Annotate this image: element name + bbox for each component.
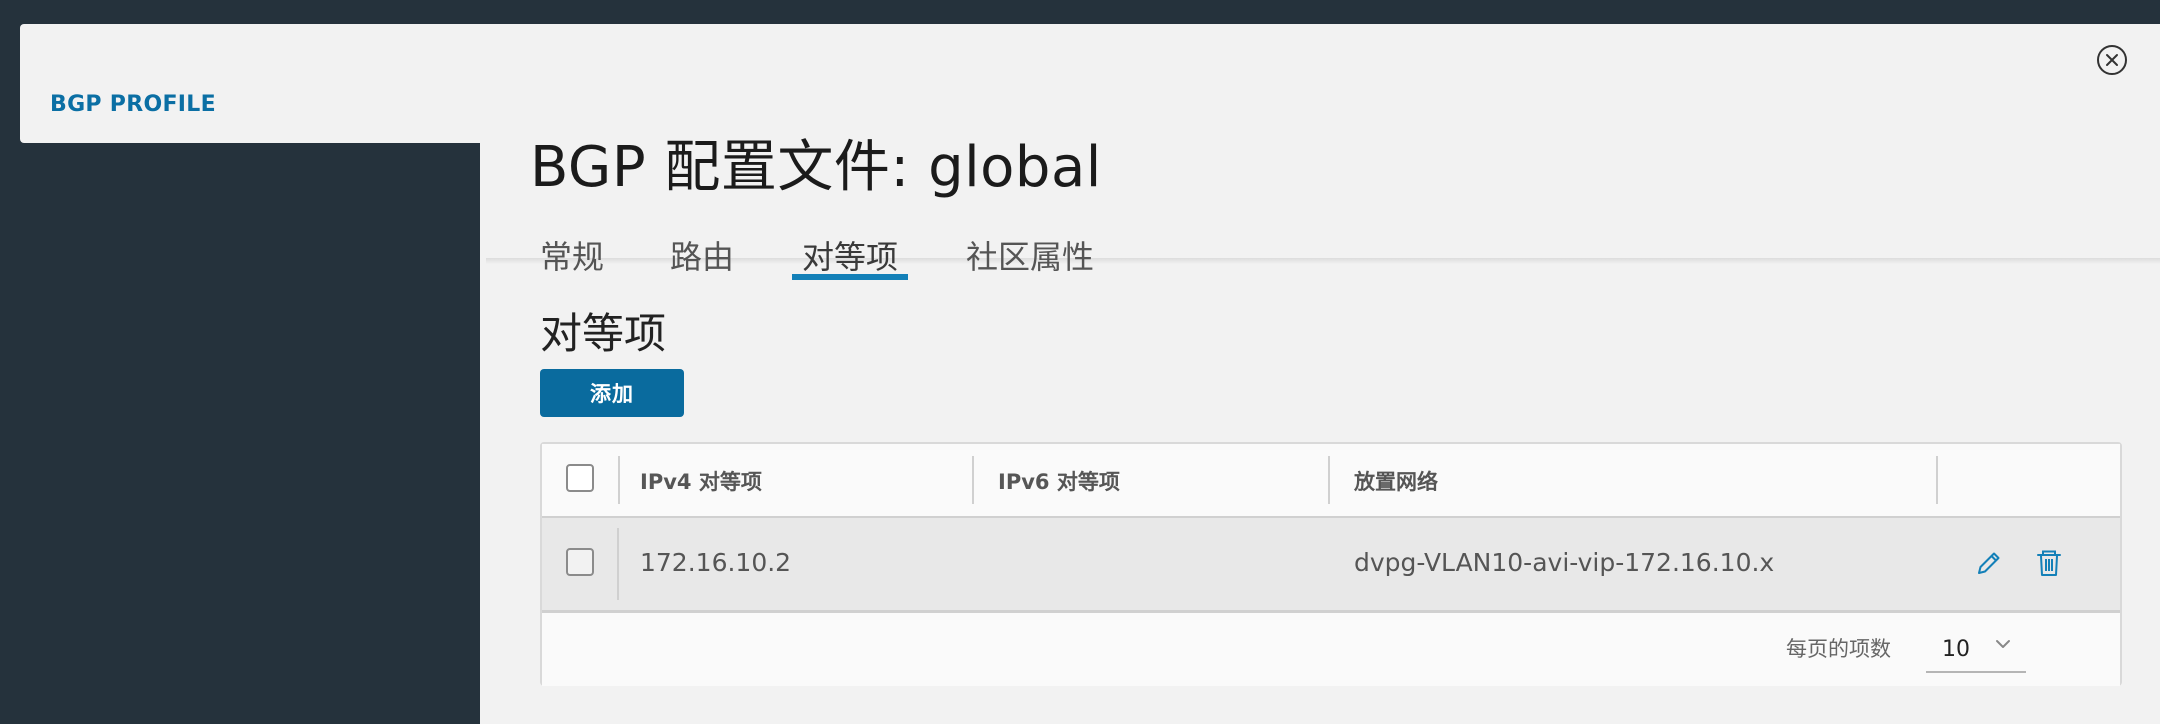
trash-icon[interactable] [2034,548,2064,578]
tab-communities[interactable]: 社区属性 [966,232,1094,278]
edit-icon[interactable] [1974,548,2004,578]
per-page-select[interactable]: 10 [1926,625,2026,673]
table-header: IPv4 对等项 IPv6 对等项 放置网络 [542,444,2120,518]
table-footer: 每页的项数 10 [542,613,2120,686]
column-separator [1936,456,1938,504]
cell-ipv4: 172.16.10.2 [640,548,792,577]
sidebar-label: BGP PROFILE [50,92,216,117]
column-separator [1328,456,1330,504]
cell-network: dvpg-VLAN10-avi-vip-172.16.10.x [1354,548,1775,577]
row-checkbox[interactable] [566,548,594,576]
per-page-label: 每页的项数 [1786,637,1891,661]
tab-peers[interactable]: 对等项 [802,232,898,278]
add-button[interactable]: 添加 [540,369,684,417]
sidebar-card: BGP PROFILE [20,24,480,143]
active-tab-indicator [792,274,908,280]
column-header-ipv4[interactable]: IPv4 对等项 [640,466,762,496]
modal-panel: BGP 配置文件: global 常规 路由 对等项 社区属性 对等项 添加 I… [480,24,2160,724]
table-row[interactable]: 172.16.10.2 dvpg-VLAN10-avi-vip-172.16.1… [542,518,2120,613]
close-icon[interactable] [2096,44,2128,76]
chevron-down-icon [1994,635,2012,653]
peers-table: IPv4 对等项 IPv6 对等项 放置网络 172.16.10.2 dvpg-… [540,442,2122,686]
column-separator [618,456,620,504]
tab-general[interactable]: 常规 [540,232,604,278]
tab-routing[interactable]: 路由 [670,232,734,278]
per-page-value: 10 [1942,637,1970,662]
column-header-ipv6[interactable]: IPv6 对等项 [998,466,1120,496]
row-separator [617,528,619,600]
modal-title: BGP 配置文件: global [530,134,1102,200]
column-header-network[interactable]: 放置网络 [1354,466,1438,496]
column-separator [972,456,974,504]
tab-bar: 常规 路由 对等项 社区属性 [480,204,2160,284]
section-title: 对等项 [540,309,667,358]
select-all-checkbox[interactable] [566,464,594,492]
